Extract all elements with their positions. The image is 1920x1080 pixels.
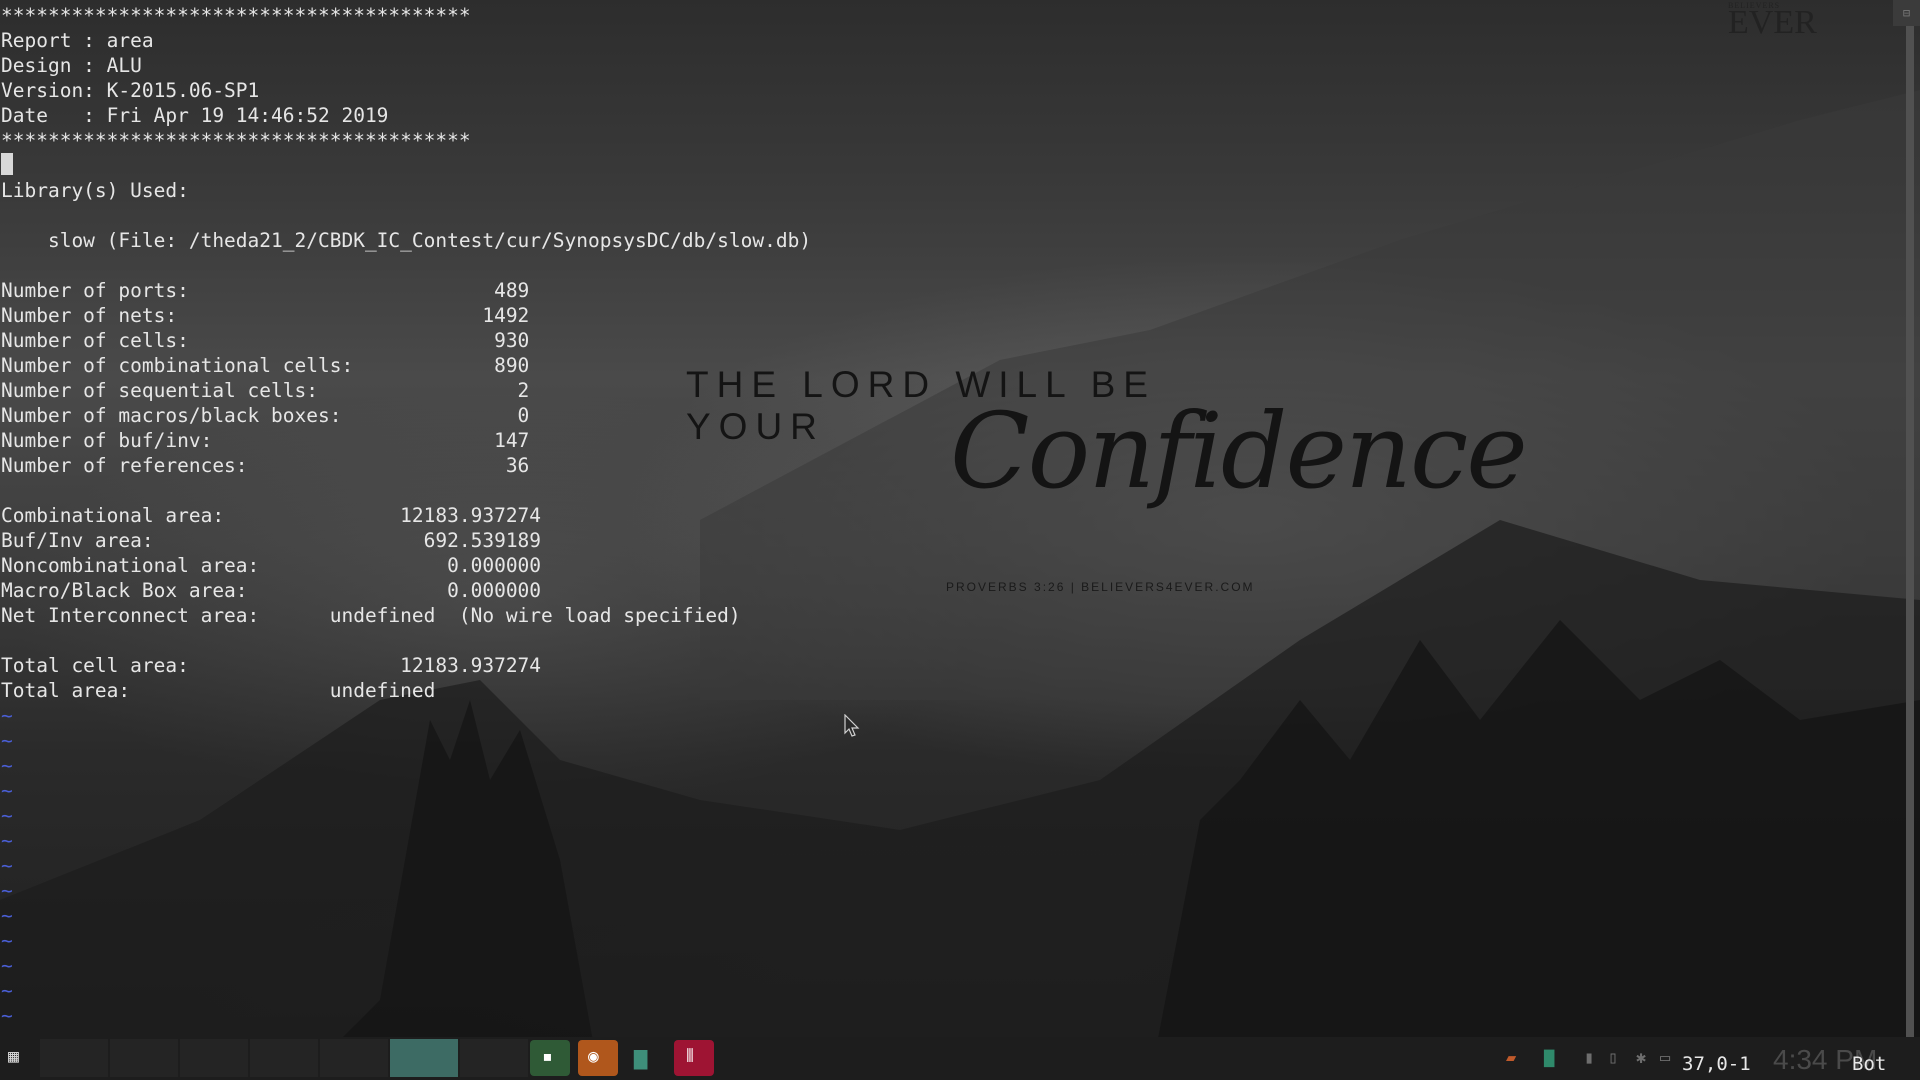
empty-line-tilde: ~ (1, 854, 13, 877)
terminal-line: Library(s) Used: (1, 179, 189, 202)
terminal-line: Number of sequential cells: 2 (1, 379, 530, 402)
empty-line-tilde: ~ (1, 929, 13, 952)
terminal-line: Net Interconnect area: undefined (No wir… (1, 604, 741, 627)
vim-scroll-indicator: Bot (1852, 1053, 1887, 1075)
empty-line-tilde: ~ (1, 779, 13, 802)
terminal-line: Version: K-2015.06-SP1 (1, 79, 260, 102)
mouse-pointer-icon (844, 714, 860, 737)
terminal-line: Number of nets: 1492 (1, 304, 530, 327)
terminal-line: Number of buf/inv: 147 (1, 429, 530, 452)
empty-line-tilde: ~ (1, 829, 13, 852)
empty-line-tilde: ~ (1, 754, 13, 777)
empty-line-tilde: ~ (1, 979, 13, 1002)
terminal-line: Buf/Inv area: 692.539189 (1, 529, 542, 552)
terminal-line: Report : area (1, 29, 154, 52)
tray-clipboard-icon[interactable]: ▯ (1608, 1048, 1618, 1068)
task-slot-4[interactable] (250, 1039, 318, 1077)
task-slot-7[interactable] (460, 1039, 528, 1077)
empty-line-tilde: ~ (1, 804, 13, 827)
terminal-line: Date : Fri Apr 19 14:46:52 2019 (1, 104, 389, 127)
terminal-launcher[interactable]: ▪ (530, 1040, 570, 1076)
terminal-window[interactable]: ****************************************… (0, 0, 1920, 1052)
tray-pencil-icon[interactable]: ▰ (1506, 1048, 1516, 1068)
terminal-line: Number of combinational cells: 890 (1, 354, 530, 377)
terminal-line: Number of cells: 930 (1, 329, 530, 352)
audio-app-icon: ⦀ (686, 1046, 694, 1067)
audio-app-launcher[interactable]: ⦀ (674, 1040, 714, 1076)
task-slot-active[interactable] (390, 1039, 458, 1077)
network-icon[interactable]: ▭ (1660, 1048, 1670, 1068)
terminal-line: Noncombinational area: 0.000000 (1, 554, 542, 577)
firefox-launcher[interactable]: ◉ (578, 1040, 618, 1076)
vim-buffer[interactable]: ****************************************… (1, 3, 811, 1053)
terminal-line: Total cell area: 12183.937274 (1, 654, 542, 677)
start-menu-icon[interactable]: ▦ (8, 1047, 28, 1067)
window-corner-icon[interactable]: ⊟ (1893, 0, 1920, 26)
terminal-line: Number of macros/black boxes: 0 (1, 404, 530, 427)
empty-line-tilde: ~ (1, 1004, 13, 1027)
vim-cursor-position: 37,0-1 (1682, 1053, 1751, 1075)
terminal-line: Number of ports: 489 (1, 279, 530, 302)
text-cursor (1, 153, 13, 175)
firefox-icon: ◉ (588, 1046, 599, 1067)
tray-usb-icon[interactable]: ▮ (1584, 1048, 1594, 1068)
terminal-line: slow (File: /theda21_2/CBDK_IC_Contest/c… (1, 229, 812, 252)
empty-line-tilde: ~ (1, 729, 13, 752)
tray-folder-icon[interactable]: ▇ (1544, 1048, 1554, 1068)
empty-line-tilde: ~ (1, 704, 13, 727)
files-icon: ▆ (634, 1045, 648, 1070)
terminal-line: Total area: undefined (1, 679, 436, 702)
terminal-line: Design : ALU (1, 54, 142, 77)
scrollbar-thumb[interactable] (1906, 0, 1914, 1040)
terminal-icon: ▪ (542, 1046, 553, 1067)
terminal-line: **************************************** (1, 129, 471, 152)
task-slot-2[interactable] (110, 1039, 178, 1077)
empty-line-tilde: ~ (1, 879, 13, 902)
task-slot-1[interactable] (40, 1039, 108, 1077)
files-launcher[interactable]: ▆ (626, 1040, 666, 1076)
empty-line-tilde: ~ (1, 904, 13, 927)
terminal-line: Number of references: 36 (1, 454, 530, 477)
empty-line-tilde: ~ (1, 954, 13, 977)
bluetooth-icon[interactable]: ✱ (1636, 1048, 1646, 1068)
terminal-line: **************************************** (1, 4, 471, 27)
task-slot-5[interactable] (320, 1039, 388, 1077)
task-slot-3[interactable] (180, 1039, 248, 1077)
terminal-line: Macro/Black Box area: 0.000000 (1, 579, 542, 602)
terminal-line: Combinational area: 12183.937274 (1, 504, 542, 527)
